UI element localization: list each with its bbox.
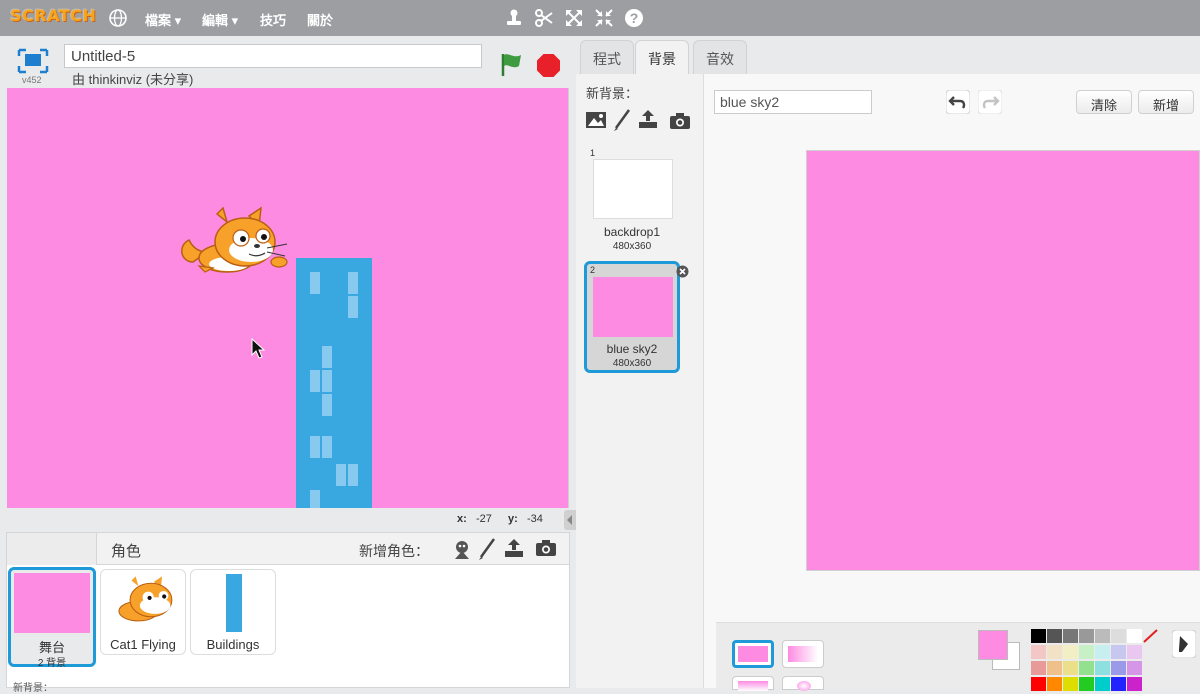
menu-bar: SCRATCH 檔案 ▾ 編輯 ▾ 技巧 關於 ? — [0, 0, 1200, 36]
help-icon[interactable]: ? — [624, 8, 644, 28]
camera-sprite-icon[interactable] — [535, 539, 557, 557]
palette-color-swatch[interactable] — [1047, 645, 1062, 659]
menu-about[interactable]: 關於 — [307, 10, 333, 29]
palette-color-swatch[interactable] — [1063, 661, 1078, 675]
backdrop-name: backdrop1 — [603, 225, 661, 239]
palette-color-swatch[interactable] — [1047, 661, 1062, 675]
new-sprite-label: 新增角色： — [359, 543, 429, 559]
building-sprite[interactable] — [296, 258, 372, 508]
palette-color-swatch[interactable] — [1111, 677, 1126, 691]
new-backdrop-label: 新背景： — [586, 86, 639, 101]
mouse-x-value: -27 — [476, 513, 492, 525]
undo-icon[interactable] — [946, 90, 970, 114]
stop-icon[interactable] — [536, 53, 561, 78]
palette-color-swatch[interactable] — [1047, 629, 1062, 643]
green-flag-icon[interactable] — [498, 51, 524, 77]
palette-color-swatch[interactable] — [1127, 661, 1142, 675]
clear-button[interactable]: 清除 — [1076, 90, 1133, 114]
cut-icon[interactable] — [534, 8, 554, 28]
palette-color-swatch[interactable] — [1031, 645, 1046, 659]
backdrop-size: 480x360 — [612, 358, 652, 369]
backdrop-index: 2 — [590, 265, 596, 275]
menu-file[interactable]: 檔案 ▾ — [145, 10, 181, 29]
transparent-color-icon[interactable] — [1143, 629, 1158, 643]
stamp-icon[interactable] — [504, 8, 524, 28]
stage-thumbnail[interactable]: 舞台 2 背景 — [8, 567, 96, 669]
paint-new-backdrop-icon[interactable] — [612, 108, 632, 132]
palette-color-swatch[interactable] — [1063, 629, 1078, 643]
sprite-pane-header: 角色 新增角色： — [7, 533, 569, 565]
stage-collapse-button[interactable] — [564, 510, 576, 530]
palette-color-swatch[interactable] — [1079, 661, 1094, 675]
mouse-y-value: -34 — [527, 513, 543, 525]
palette-color-swatch[interactable] — [1063, 645, 1078, 659]
palette-color-swatch[interactable] — [1127, 645, 1142, 659]
palette-color-swatch[interactable] — [1047, 677, 1062, 691]
palette-color-swatch[interactable] — [1095, 661, 1110, 675]
tab-sounds[interactable]: 音效 — [693, 40, 747, 74]
backdrop-name: blue sky2 — [606, 342, 658, 356]
palette-color-swatch[interactable] — [1111, 661, 1126, 675]
upload-backdrop-icon[interactable] — [637, 108, 659, 130]
camera-backdrop-icon[interactable] — [669, 112, 691, 130]
tab-scripts[interactable]: 程式 — [580, 40, 634, 74]
palette-color-swatch[interactable] — [1031, 677, 1046, 691]
add-button[interactable]: 新增 — [1138, 90, 1195, 114]
backdrop-name-input[interactable] — [714, 90, 872, 114]
stage-canvas[interactable] — [7, 88, 569, 508]
sprite-thumbnail[interactable]: Cat1 Flying — [100, 569, 186, 655]
mouse-pointer-icon — [251, 338, 265, 359]
backdrop-size: 480x360 — [612, 241, 652, 252]
palette-color-swatch[interactable] — [1031, 661, 1046, 675]
version-label: v452 — [22, 75, 42, 85]
palette-color-swatch[interactable] — [1095, 677, 1110, 691]
menu-tips[interactable]: 技巧 — [260, 10, 286, 29]
palette-color-swatch[interactable] — [1063, 677, 1078, 691]
palette-color-swatch[interactable] — [1111, 645, 1126, 659]
redo-icon[interactable] — [978, 90, 1002, 114]
cat-flying-sprite[interactable] — [179, 206, 291, 278]
project-title-input[interactable] — [64, 44, 482, 68]
mouse-y-label: y: — [508, 513, 518, 525]
grow-icon[interactable] — [564, 8, 584, 28]
sprite-name: Cat1 Flying — [110, 637, 176, 652]
palette-color-swatch[interactable] — [1095, 645, 1110, 659]
palette-color-swatch[interactable] — [1079, 677, 1094, 691]
tab-backdrops[interactable]: 背景 — [635, 40, 689, 74]
mouse-x-label: x: — [457, 513, 467, 525]
sprite-thumbnail[interactable]: Buildings — [190, 569, 276, 655]
sprite-pane: 角色 新增角色： 舞台 2 背景 Cat1 Flying Buildings 新… — [6, 532, 570, 694]
menu-edit[interactable]: 編輯 ▾ — [202, 10, 238, 29]
choose-sprite-from-library-icon[interactable] — [451, 538, 473, 560]
palette-color-swatch[interactable] — [1127, 677, 1142, 691]
primary-color-swatch[interactable] — [978, 630, 1008, 660]
palette-color-swatch[interactable] — [1127, 629, 1142, 643]
language-globe-icon[interactable] — [108, 8, 128, 28]
stage-new-backdrop-label: 新背景： — [13, 683, 53, 694]
svg-text:?: ? — [630, 10, 639, 26]
project-owner: 由 thinkinviz (未分享) — [72, 72, 194, 87]
palette-color-swatch[interactable] — [1079, 629, 1094, 643]
backdrop-index: 1 — [590, 148, 596, 158]
backdrop-item-selected[interactable]: 2 blue sky2 480x360 — [584, 261, 680, 373]
backdrop-item[interactable]: 1 backdrop1 480x360 — [584, 146, 680, 258]
paint-new-sprite-icon[interactable] — [477, 537, 497, 561]
sprites-heading: 角色 — [111, 543, 142, 560]
palette-color-swatch[interactable] — [1079, 645, 1094, 659]
sprite-name: Buildings — [206, 637, 260, 652]
delete-backdrop-icon[interactable] — [676, 265, 689, 278]
eyedropper-icon[interactable] — [1172, 630, 1196, 658]
paint-canvas[interactable] — [806, 150, 1200, 571]
shrink-icon[interactable] — [594, 8, 614, 28]
upload-sprite-icon[interactable] — [503, 537, 525, 559]
palette-color-swatch[interactable] — [1111, 629, 1126, 643]
fill-solid-option[interactable] — [732, 640, 774, 668]
presentation-mode-icon[interactable] — [17, 48, 49, 74]
fill-gradient-horizontal-option[interactable] — [782, 640, 824, 668]
choose-backdrop-from-library-icon[interactable] — [585, 110, 607, 130]
palette-color-swatch[interactable] — [1095, 629, 1110, 643]
stage-thumbnail-sub: 2 背景 — [37, 658, 67, 669]
scratch-logo[interactable]: SCRATCH — [10, 6, 96, 30]
palette-color-swatch[interactable] — [1031, 629, 1046, 643]
